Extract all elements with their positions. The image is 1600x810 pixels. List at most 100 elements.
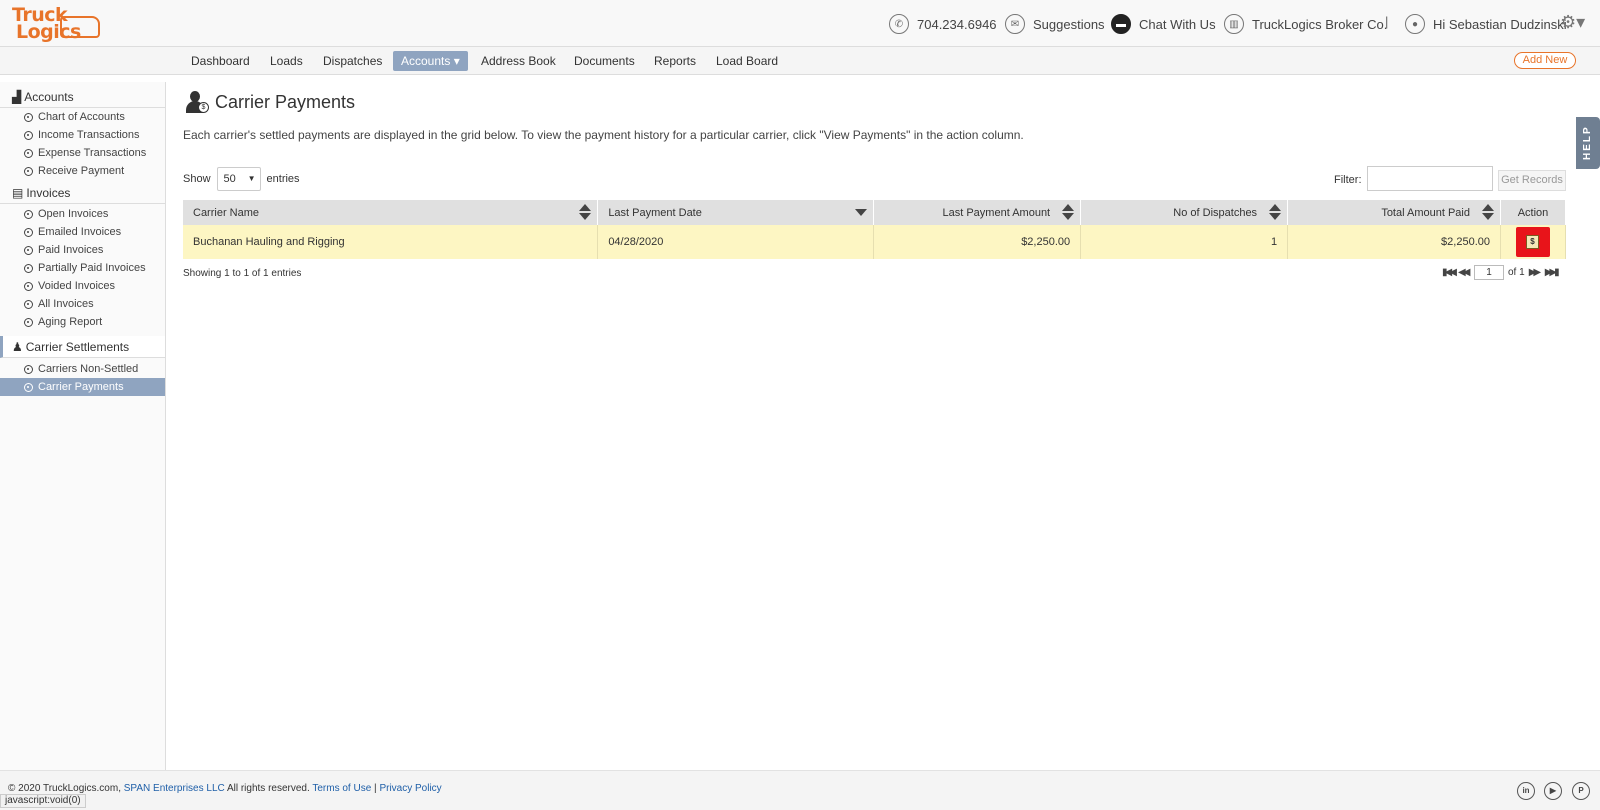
get-records-button[interactable]: Get Records: [1498, 170, 1566, 191]
sidebar-item-aging-report[interactable]: Aging Report: [0, 313, 165, 331]
chat-link[interactable]: ▬ Chat With Us: [1111, 14, 1216, 34]
sidebar-item-receive-payment[interactable]: Receive Payment: [0, 162, 165, 180]
sort-icon: [1269, 204, 1282, 221]
entries-select[interactable]: 50 ▼: [216, 167, 261, 191]
truck-logo-icon: [60, 16, 100, 38]
bullet-icon: [24, 317, 33, 327]
phone-icon: ✆: [889, 14, 909, 34]
linkedin-icon[interactable]: in: [1517, 782, 1535, 800]
sidebar-item-carrier-payments[interactable]: Carrier Payments: [0, 378, 165, 396]
last-page-icon[interactable]: ▶▶▮: [1545, 267, 1560, 278]
sort-icon: [1062, 204, 1075, 221]
building-icon: ▥: [1224, 14, 1244, 34]
cell-carrier-name: Buchanan Hauling and Rigging: [183, 225, 599, 259]
main-nav: Dashboard Loads Dispatches Accounts ▾ Ad…: [0, 47, 1600, 75]
sidebar-item-paid-invoices[interactable]: Paid Invoices: [0, 241, 165, 259]
column-header-no-of-dispatches[interactable]: No of Dispatches: [1080, 200, 1289, 225]
bullet-icon: [24, 364, 33, 374]
cell-action: $: [1500, 225, 1567, 259]
view-payments-icon: $: [1525, 235, 1539, 249]
first-page-icon[interactable]: ▮◀◀: [1442, 267, 1457, 278]
top-header: Truck Logics ✆ 704.234.6946 ✉ Suggestion…: [0, 0, 1600, 47]
cell-last-payment-amount: $2,250.00: [873, 225, 1082, 259]
bullet-icon: [24, 382, 33, 392]
sidebar-item-expense-transactions[interactable]: Expense Transactions: [0, 144, 165, 162]
person-dollar-icon: ♟: [12, 339, 23, 354]
sidebar-item-all-invoices[interactable]: All Invoices: [0, 295, 165, 313]
nav-load-board[interactable]: Load Board: [708, 51, 786, 71]
prev-page-icon[interactable]: ◀◀: [1458, 267, 1470, 278]
user-icon: ●: [1405, 14, 1425, 34]
youtube-icon[interactable]: ▶: [1544, 782, 1562, 800]
page-total: of 1: [1508, 267, 1525, 278]
sidebar-item-carriers-non-settled[interactable]: Carriers Non-Settled: [0, 360, 165, 378]
nav-reports[interactable]: Reports: [646, 51, 704, 71]
sidebar: ▟ Accounts Chart of Accounts Income Tran…: [0, 82, 166, 770]
bullet-icon: [24, 112, 33, 122]
pagination: ▮◀◀ ◀◀ 1 of 1 ▶▶ ▶▶▮: [1442, 265, 1560, 280]
person-dollar-icon: $: [183, 90, 209, 114]
cell-total-amount-paid: $2,250.00: [1287, 225, 1501, 259]
column-header-last-payment-amount[interactable]: Last Payment Amount: [873, 200, 1082, 225]
sidebar-item-open-invoices[interactable]: Open Invoices: [0, 205, 165, 223]
filter-label: Filter:: [1334, 174, 1362, 186]
sidebar-item-chart-of-accounts[interactable]: Chart of Accounts: [0, 108, 165, 126]
table-row: Buchanan Hauling and Rigging 04/28/2020 …: [183, 225, 1567, 259]
terms-of-use-link[interactable]: Terms of Use: [312, 783, 371, 794]
page-title: $ Carrier Payments: [183, 90, 355, 114]
view-payments-button[interactable]: $: [1515, 227, 1550, 257]
bullet-icon: [24, 148, 33, 158]
page-number-input[interactable]: 1: [1474, 265, 1504, 280]
sidebar-item-voided-invoices[interactable]: Voided Invoices: [0, 277, 165, 295]
bullet-icon: [24, 263, 33, 273]
chat-icon: ▬: [1111, 14, 1131, 34]
column-header-last-payment-date[interactable]: Last Payment Date: [597, 200, 875, 225]
trucklogics-logo[interactable]: Truck Logics: [10, 4, 100, 44]
page-description: Each carrier's settled payments are disp…: [183, 128, 1024, 142]
bullet-icon: [24, 130, 33, 140]
gear-icon[interactable]: ⚙▾: [1560, 12, 1585, 33]
cell-no-of-dispatches: 1: [1080, 225, 1289, 259]
bullet-icon: [24, 209, 33, 219]
pinterest-icon[interactable]: P: [1572, 782, 1590, 800]
nav-loads[interactable]: Loads: [262, 51, 311, 71]
chevron-down-icon: ▼: [247, 174, 256, 183]
user-menu[interactable]: ● Hi Sebastian Dudzinski: [1405, 14, 1567, 34]
nav-documents[interactable]: Documents: [566, 51, 643, 71]
help-tab[interactable]: HELP: [1576, 117, 1600, 169]
footer: © 2020 TruckLogics.com, SPAN Enterprises…: [0, 770, 1600, 810]
bullet-icon: [24, 166, 33, 176]
sidebar-section-accounts[interactable]: ▟ Accounts: [0, 86, 165, 108]
chart-icon: ▟: [12, 89, 22, 104]
privacy-policy-link[interactable]: Privacy Policy: [379, 783, 441, 794]
entries-control: Show 50 ▼ entries: [183, 167, 300, 191]
sidebar-item-emailed-invoices[interactable]: Emailed Invoices: [0, 223, 165, 241]
chevron-down-icon: ▾: [453, 54, 460, 68]
nav-dashboard[interactable]: Dashboard: [183, 51, 258, 71]
add-new-button[interactable]: Add New: [1514, 52, 1576, 69]
next-page-icon[interactable]: ▶▶: [1529, 267, 1541, 278]
span-enterprises-link[interactable]: SPAN Enterprises LLC: [124, 783, 225, 794]
cell-last-payment-date: 04/28/2020: [597, 225, 875, 259]
header-separator: |: [1385, 14, 1389, 29]
company-link[interactable]: ▥ TruckLogics Broker Co.: [1224, 14, 1387, 34]
column-header-carrier-name[interactable]: Carrier Name: [183, 200, 599, 225]
column-header-action: Action: [1500, 200, 1567, 225]
bullet-icon: [24, 245, 33, 255]
nav-accounts[interactable]: Accounts ▾: [393, 51, 468, 71]
filter-input[interactable]: [1367, 166, 1493, 191]
sidebar-section-invoices[interactable]: ▤ Invoices: [0, 182, 165, 204]
column-header-total-amount-paid[interactable]: Total Amount Paid: [1287, 200, 1501, 225]
sidebar-section-carrier-settlements[interactable]: ♟ Carrier Settlements: [0, 336, 165, 358]
nav-dispatches[interactable]: Dispatches: [315, 51, 390, 71]
sort-icon: [1481, 204, 1494, 221]
nav-address-book[interactable]: Address Book: [473, 51, 564, 71]
bullet-icon: [24, 227, 33, 237]
sidebar-item-income-transactions[interactable]: Income Transactions: [0, 126, 165, 144]
footer-copyright: © 2020 TruckLogics.com, SPAN Enterprises…: [8, 783, 442, 794]
phone-link[interactable]: ✆ 704.234.6946: [889, 14, 997, 34]
suggestions-link[interactable]: ✉ Suggestions: [1005, 14, 1105, 34]
sidebar-item-partially-paid-invoices[interactable]: Partially Paid Invoices: [0, 259, 165, 277]
browser-status-bar: javascript:void(0): [0, 794, 86, 808]
bullet-icon: [24, 281, 33, 291]
